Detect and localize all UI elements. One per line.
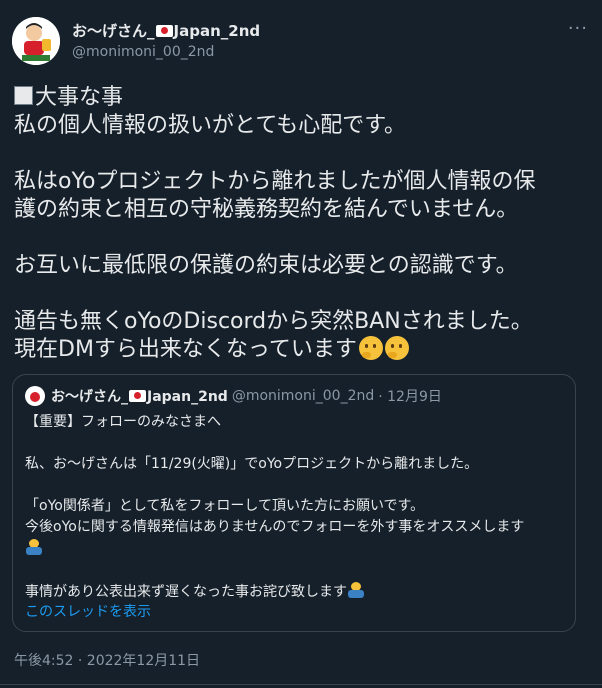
quote-handle: @monimoni_00_2nd <box>231 388 375 404</box>
quoted-tweet[interactable]: お〜げさん_ Japan_2nd @monimoni_00_2nd · 12月9日… <box>12 374 576 632</box>
thinking-face-icon <box>358 336 383 360</box>
quote-line: 事情があり公表出来ず遅くなった事お詫び致します <box>25 581 565 603</box>
tweet-line: 私はoYoプロジェクトから離れましたが個人情報の保 <box>14 169 536 194</box>
quote-author-name: お〜げさん_ Japan_2nd <box>51 389 228 405</box>
tweet-line: お互いに最低限の保護の約束は必要との認識です。 <box>14 253 518 278</box>
quote-line <box>25 538 565 560</box>
author-name[interactable]: お〜げさん_ Japan_2nd <box>72 21 260 41</box>
author-block: お〜げさん_ Japan_2nd @monimoni_00_2nd <box>72 21 260 62</box>
quote-avatar <box>25 386 45 406</box>
quote-line: 【重要】フォローのみなさまへ <box>25 414 221 430</box>
tweet-line: 通告も無くoYoのDiscordから突然BANされました。 <box>14 309 533 334</box>
quote-line: 私、お〜げさんは「11/29(火曜)」でoYoプロジェクトから離れました。 <box>25 456 479 472</box>
timestamp[interactable]: 午後4:52 · 2022年12月11日 <box>14 650 200 670</box>
white-square-icon <box>14 86 33 105</box>
japan-flag-icon <box>129 390 146 402</box>
tweet-line: 護の約束と相互の守秘義務契約を結んでいません。 <box>14 197 519 222</box>
divider <box>0 684 602 685</box>
quote-date: · 12月9日 <box>378 389 442 405</box>
tweet-line: 大事な事 <box>14 84 574 112</box>
tweet-line: 私の個人情報の扱いがとても心配です。 <box>14 113 407 138</box>
japan-flag-icon <box>155 25 173 37</box>
bowing-man-icon <box>347 581 365 599</box>
tweet-line: 現在DMすら出来なくなっています <box>14 336 574 364</box>
avatar[interactable] <box>12 17 60 65</box>
more-icon[interactable]: ··· <box>568 18 588 39</box>
author-handle[interactable]: @monimoni_00_2nd <box>72 42 260 62</box>
tweet-text: 大事な事 私の個人情報の扱いがとても心配です。 私はoYoプロジェクトから離れま… <box>14 84 574 364</box>
show-thread-link[interactable]: このスレッドを表示 <box>25 601 151 621</box>
quote-line: 今後oYoに関する情報発信はありませんのでフォローを外す事をオススメします <box>25 519 525 535</box>
quote-header: お〜げさん_ Japan_2nd @monimoni_00_2nd · 12月9日 <box>25 386 442 406</box>
bowing-man-icon <box>25 538 43 556</box>
quote-body: 【重要】フォローのみなさまへ 私、お〜げさんは「11/29(火曜)」でoYoプロ… <box>25 412 565 603</box>
quote-line: 「oYo関係者」として私をフォローして頂いた方にお願いです。 <box>25 498 425 514</box>
thinking-face-icon <box>384 336 409 360</box>
